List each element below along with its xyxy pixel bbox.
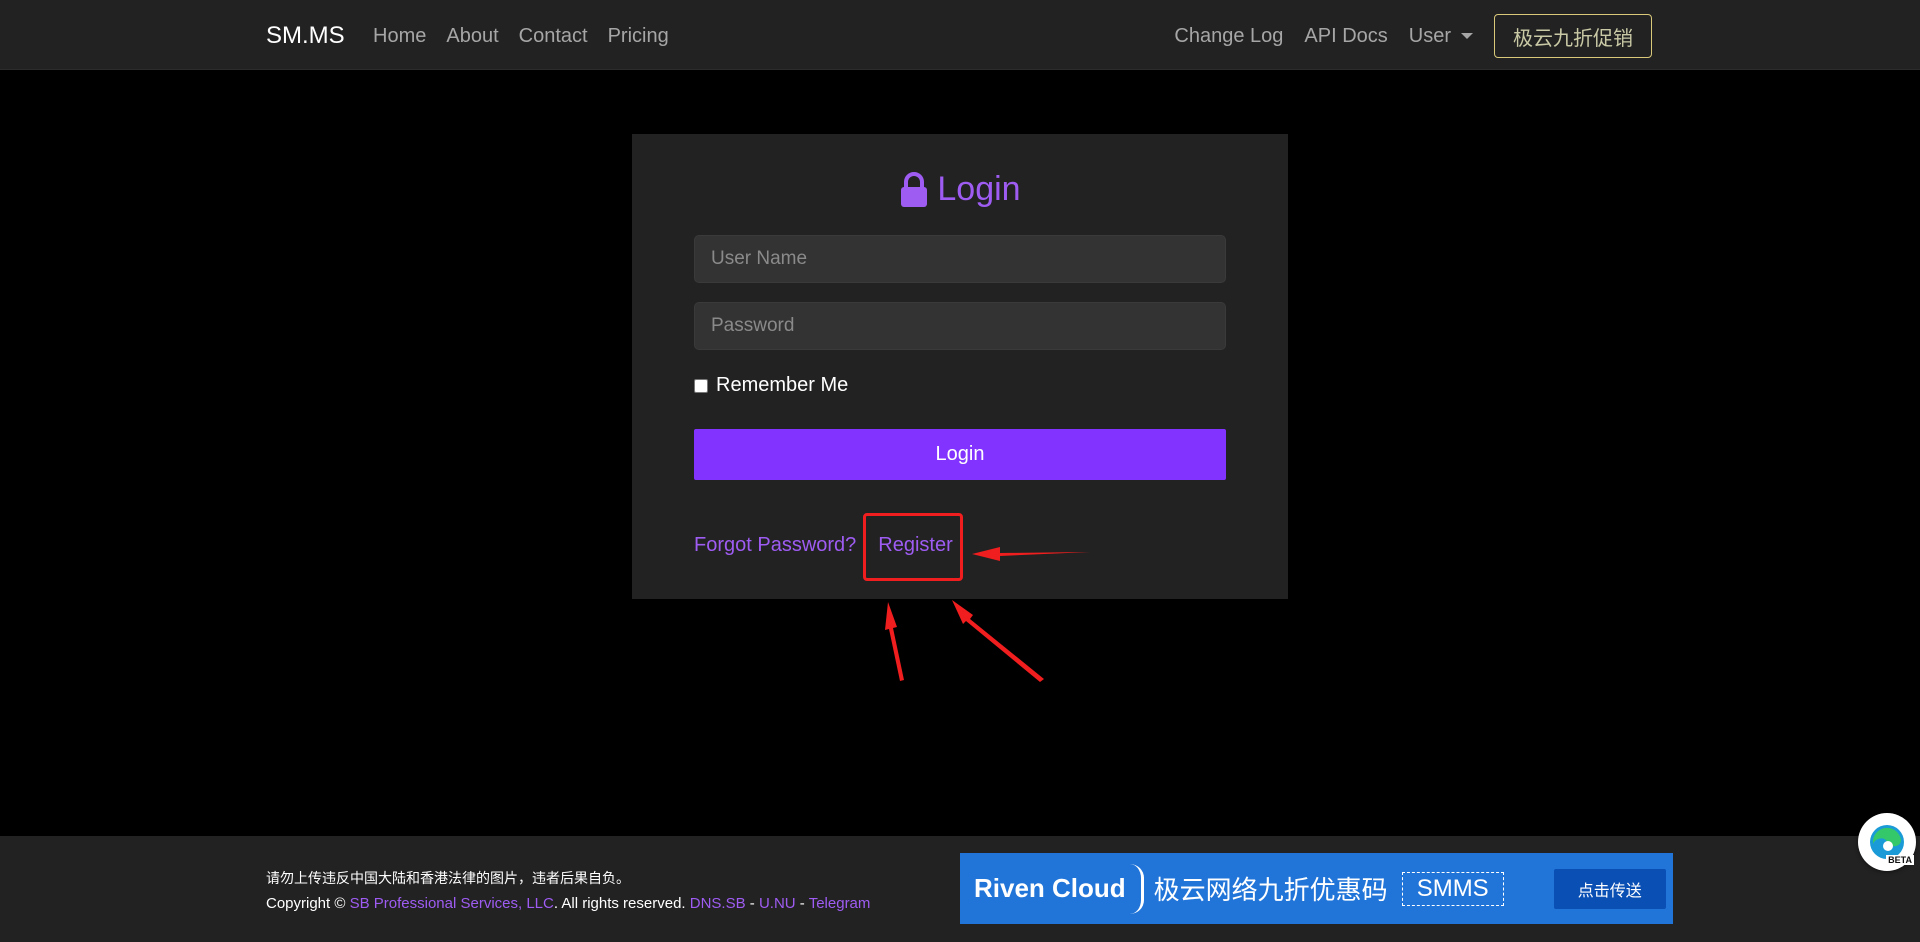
- footer-copyright: Copyright © SB Professional Services, LL…: [266, 895, 870, 912]
- footer-link-dns[interactable]: DNS.SB: [690, 895, 746, 912]
- annotation-arrow-left: [972, 547, 1090, 561]
- footer-separator: -: [799, 895, 805, 912]
- footer-notice: 请勿上传违反中国大陆和香港法律的图片，违者后果自负。: [266, 871, 630, 887]
- banner-arc-decoration: [1130, 863, 1144, 914]
- banner-brand: Riven Cloud: [974, 873, 1126, 903]
- annotation-arrow-up: [885, 602, 904, 681]
- footer-separator: -: [749, 895, 755, 912]
- promo-banner[interactable]: Riven Cloud 极云网络九折优惠码 SMMS 点击传送: [960, 853, 1673, 924]
- edge-browser-icon[interactable]: BETA: [1858, 813, 1916, 871]
- banner-code: SMMS: [1401, 871, 1504, 906]
- copyright-prefix: Copyright ©: [266, 895, 346, 912]
- company-link[interactable]: SB Professional Services, LLC: [350, 895, 554, 912]
- footer-link-telegram[interactable]: Telegram: [809, 895, 871, 912]
- banner-button[interactable]: 点击传送: [1553, 868, 1666, 909]
- beta-badge: BETA: [1886, 855, 1914, 865]
- footer-link-unu[interactable]: U.NU: [759, 895, 796, 912]
- rights-text: . All rights reserved.: [553, 895, 686, 912]
- annotation-arrow-diagonal: [952, 600, 1044, 682]
- banner-text: 极云网络九折优惠码: [1153, 876, 1388, 906]
- annotation-arrows: [885, 547, 1090, 682]
